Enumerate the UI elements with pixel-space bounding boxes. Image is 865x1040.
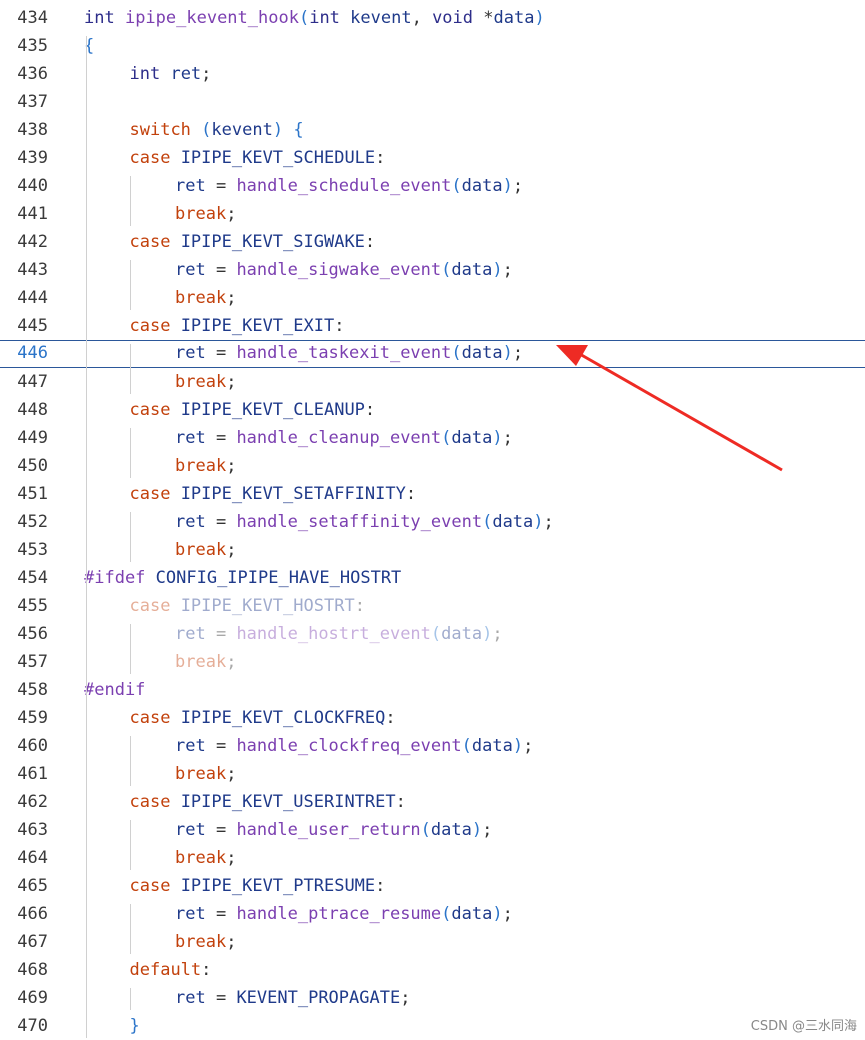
red-arrow-annotation: [556, 345, 783, 472]
watermark: CSDN @三水同海: [750, 1019, 857, 1034]
